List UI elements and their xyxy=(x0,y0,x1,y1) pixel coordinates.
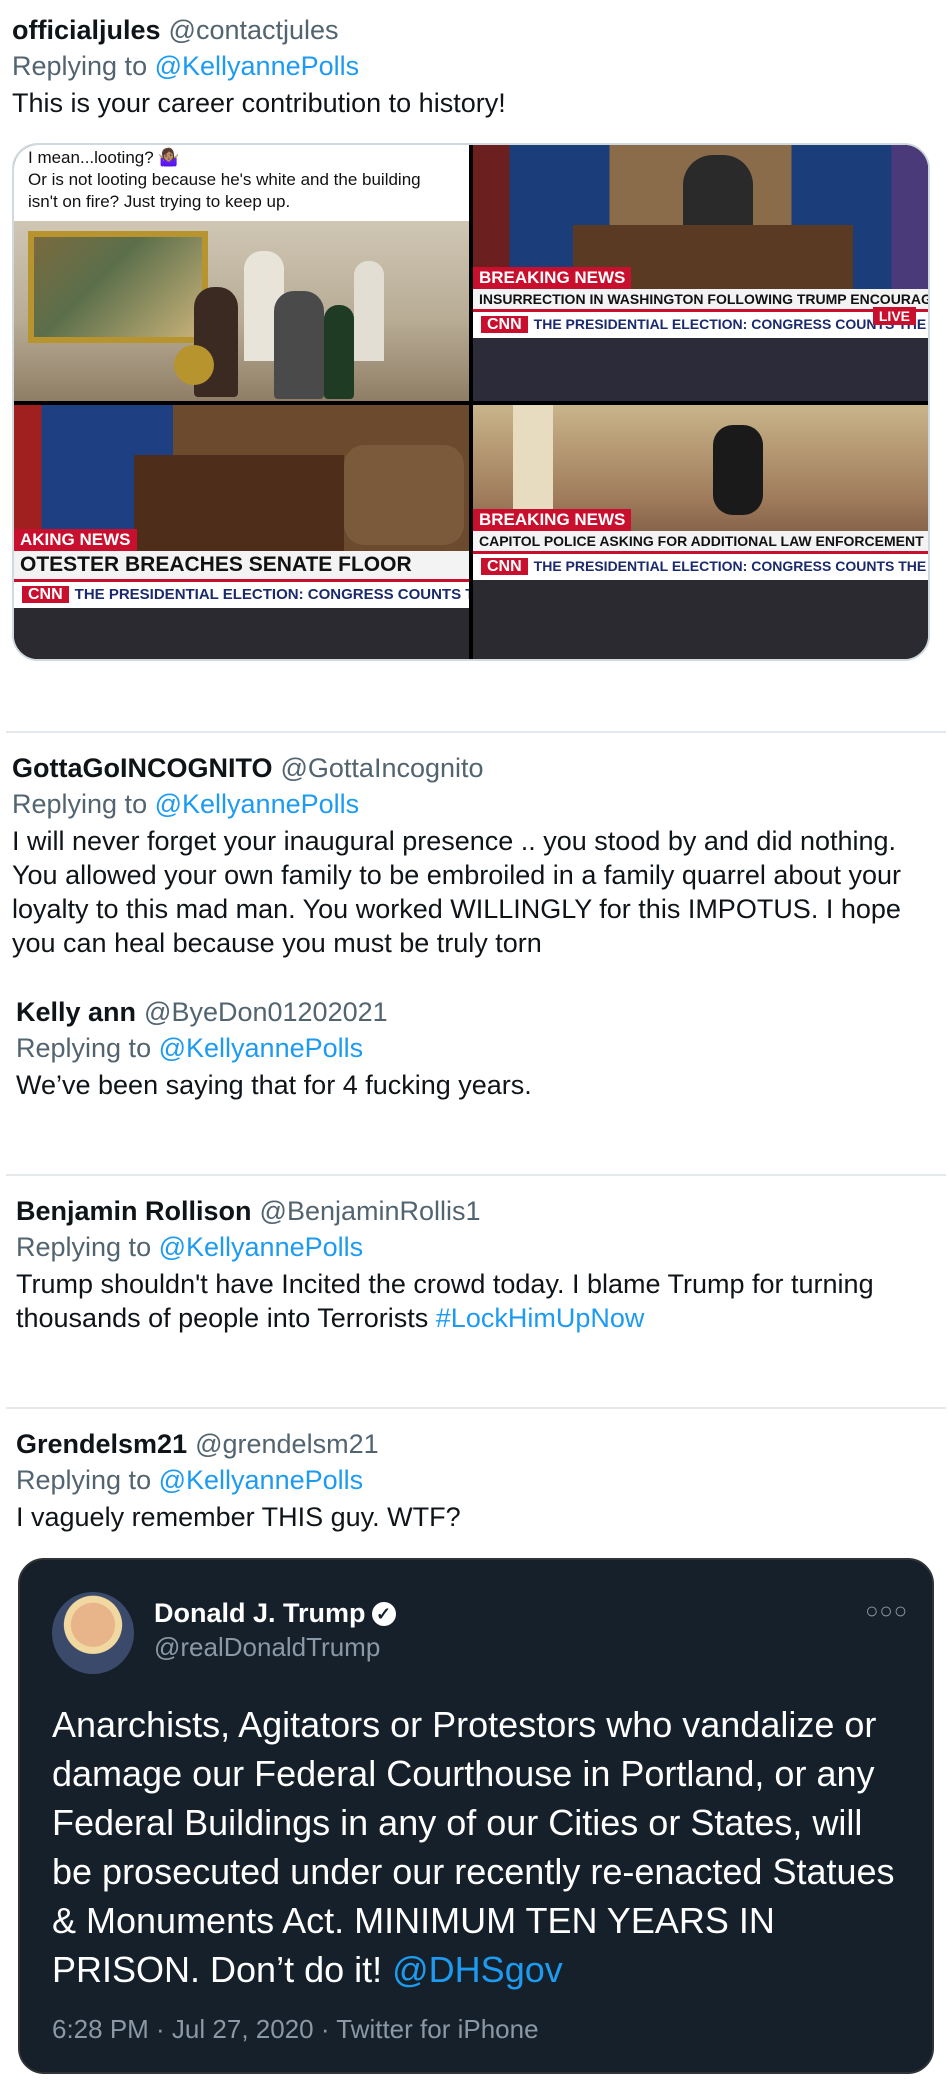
cnn-bar-text: THE PRESIDENTIAL ELECTION: CONGRESS COUN… xyxy=(533,316,928,332)
rotunda-scene xyxy=(14,221,469,401)
cnn-bar: CNN THE PRESIDENTIAL ELECTION: CONGRESS C… xyxy=(14,579,469,608)
tweet-gottagoincognito[interactable]: GottaGoINCOGNITO @GottaIncognito Replying… xyxy=(12,752,932,960)
cnn-bar: CNN THE PRESIDENTIAL ELECTION: CONGRESS C… xyxy=(473,309,928,338)
user-handle[interactable]: @grendelsm21 xyxy=(195,1429,379,1459)
display-name[interactable]: Grendelsm21 xyxy=(16,1429,187,1459)
tweet-officialjules[interactable]: officialjules @contactjules Replying to @… xyxy=(12,14,932,120)
user-handle[interactable]: @BenjaminRollis1 xyxy=(260,1196,481,1226)
more-options-icon: ○○○ xyxy=(865,1598,908,1623)
user-handle[interactable]: @contactjules xyxy=(169,15,339,45)
embedded-display-name: Donald J. Trump ✓ xyxy=(154,1598,396,1629)
replying-to-link[interactable]: @KellyannePolls xyxy=(159,1232,364,1262)
news-headline: CAPITOL POLICE ASKING FOR ADDITIONAL LAW… xyxy=(473,531,928,551)
cnn-bar-text: THE PRESIDENTIAL ELECTION: CONGRESS COUN… xyxy=(74,586,469,603)
tweet-text: I will never forget your inaugural prese… xyxy=(12,826,901,958)
tweet-text: I vaguely remember THIS guy. WTF? xyxy=(16,1502,461,1532)
display-name[interactable]: Kelly ann xyxy=(16,997,136,1027)
replying-label: Replying to xyxy=(16,1232,152,1262)
tweet-header: Benjamin Rollison @BenjaminRollis1 xyxy=(16,1195,932,1227)
display-name[interactable]: officialjules xyxy=(12,15,161,45)
display-name[interactable]: Benjamin Rollison xyxy=(16,1196,252,1226)
media-image-looting[interactable]: I mean...looting? 🤷🏽‍♀️ Or is not lootin… xyxy=(14,145,469,401)
user-handle[interactable]: @GottaIncognito xyxy=(281,753,484,783)
divider xyxy=(6,1174,946,1176)
hashtag-link[interactable]: #LockHimUpNow xyxy=(436,1303,645,1333)
meme-caption-line: Or is not looting because he's white and… xyxy=(28,170,421,189)
breaking-news-label: BREAKING NEWS xyxy=(473,509,632,531)
embedded-timestamp: 6:28 PM · Jul 27, 2020 · Twitter for iPh… xyxy=(52,2014,539,2044)
cnn-logo: CNN xyxy=(481,316,528,333)
tweet-header: Grendelsm21 @grendelsm21 xyxy=(16,1428,932,1460)
tweet-grendelsm21[interactable]: Grendelsm21 @grendelsm21 Replying to @Kel… xyxy=(16,1428,932,1534)
cnn-logo: CNN xyxy=(481,558,528,575)
meme-caption: I mean...looting? 🤷🏽‍♀️ Or is not lootin… xyxy=(14,145,469,221)
replying-label: Replying to xyxy=(12,789,148,819)
display-name[interactable]: GottaGoINCOGNITO xyxy=(12,753,273,783)
replying-label: Replying to xyxy=(16,1033,152,1063)
tweet-text: This is your career contribution to hist… xyxy=(12,88,506,118)
user-handle[interactable]: @ByeDon01202021 xyxy=(144,997,388,1027)
replying-to: Replying to @KellyannePolls xyxy=(16,1464,932,1496)
meme-caption-line: I mean...looting? 🤷🏽‍♀️ xyxy=(28,148,180,167)
replying-to: Replying to @KellyannePolls xyxy=(16,1231,932,1263)
replying-to-link[interactable]: @KellyannePolls xyxy=(155,51,360,81)
tweet-kelly-ann[interactable]: Kelly ann @ByeDon01202021 Replying to @Ke… xyxy=(16,996,932,1102)
replying-label: Replying to xyxy=(16,1465,152,1495)
divider xyxy=(6,731,946,733)
replying-to-link[interactable]: @KellyannePolls xyxy=(159,1033,364,1063)
replying-to-link[interactable]: @KellyannePolls xyxy=(159,1465,364,1495)
breaking-news-label: BREAKING NEWS xyxy=(473,267,632,289)
news-headline: OTESTER BREACHES SENATE FLOOR xyxy=(14,551,469,579)
tweet-benjamin-rollison[interactable]: Benjamin Rollison @BenjaminRollis1 Replyi… xyxy=(16,1195,932,1335)
replying-label: Replying to xyxy=(12,51,148,81)
tweet-header: officialjules @contactjules xyxy=(12,14,932,46)
embedded-name-text: Donald J. Trump xyxy=(154,1598,366,1628)
live-badge: LIVE xyxy=(872,307,916,325)
avatar xyxy=(52,1592,134,1674)
verified-badge-icon: ✓ xyxy=(371,1602,396,1626)
tweet-text: Trump shouldn't have Incited the crowd t… xyxy=(16,1267,932,1335)
media-image-insurrection[interactable]: BREAKING NEWS INSURRECTION IN WASHINGTON… xyxy=(473,145,928,401)
news-ticker: BREAKING NEWS CAPITOL POLICE ASKING FOR … xyxy=(473,509,928,580)
breaking-news-label: AKING NEWS xyxy=(14,529,137,551)
replying-to: Replying to @KellyannePolls xyxy=(12,50,932,82)
tweet-text: We’ve been saying that for 4 fucking yea… xyxy=(16,1070,532,1100)
meme-caption-line: isn't on fire? Just trying to keep up. xyxy=(28,192,291,211)
replying-to: Replying to @KellyannePolls xyxy=(12,788,932,820)
tweet-header: Kelly ann @ByeDon01202021 xyxy=(16,996,932,1028)
tweet-header: GottaGoINCOGNITO @GottaIncognito xyxy=(12,752,932,784)
cnn-logo: CNN xyxy=(22,586,69,603)
media-image-senate-floor[interactable]: AKING NEWS OTESTER BREACHES SENATE FLOOR… xyxy=(14,405,469,659)
replying-to: Replying to @KellyannePolls xyxy=(16,1032,932,1064)
embedded-tweet-screenshot[interactable]: Donald J. Trump ✓ @realDonaldTrump ○○○ An… xyxy=(18,1558,934,2074)
cnn-bar: CNN THE PRESIDENTIAL ELECTION: CONGRESS C… xyxy=(473,551,928,580)
embedded-tweet-text: Anarchists, Agitators or Protestors who … xyxy=(52,1700,912,1994)
embedded-handle: @realDonaldTrump xyxy=(154,1632,381,1662)
news-headline: INSURRECTION IN WASHINGTON FOLLOWING TRU… xyxy=(473,289,928,309)
cnn-bar-text: THE PRESIDENTIAL ELECTION: CONGRESS COUN… xyxy=(533,558,928,574)
embedded-text-content: Anarchists, Agitators or Protestors who … xyxy=(52,1704,895,1990)
news-ticker: AKING NEWS OTESTER BREACHES SENATE FLOOR… xyxy=(14,529,469,608)
news-ticker: BREAKING NEWS INSURRECTION IN WASHINGTON… xyxy=(473,267,928,338)
embedded-mention: @DHSgov xyxy=(392,1949,563,1990)
divider xyxy=(6,1407,946,1409)
replying-to-link[interactable]: @KellyannePolls xyxy=(155,789,360,819)
media-grid[interactable]: I mean...looting? 🤷🏽‍♀️ Or is not lootin… xyxy=(12,143,930,661)
media-image-capitol-police[interactable]: BREAKING NEWS CAPITOL POLICE ASKING FOR … xyxy=(473,405,928,659)
